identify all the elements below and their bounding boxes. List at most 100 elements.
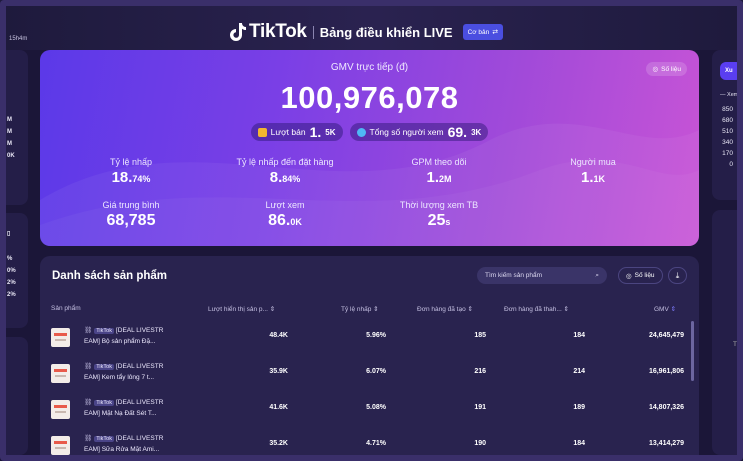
stat-value: 18.74%: [111, 169, 151, 186]
stat-label: Tỷ lệ nhấp: [109, 157, 153, 167]
product-list-title: Danh sách sản phẩm: [52, 270, 168, 282]
link-icon: ⛓: [84, 399, 93, 406]
cell-impressions: 35.9K: [269, 368, 288, 375]
cell-gmv: 16,961,806: [648, 368, 684, 375]
column-header-sortable[interactable]: Đơn hàng đã tạo ⇕: [417, 305, 473, 313]
cart-icon: [257, 127, 267, 137]
axis-value: 170: [722, 150, 733, 157]
column-header: Sản phẩm: [51, 305, 81, 312]
gmv-value: 100,976,078: [280, 80, 459, 115]
search-placeholder: Tìm kiếm sản phẩm: [485, 272, 543, 279]
link-icon: ⛓: [84, 327, 93, 334]
eye-icon: [356, 127, 366, 137]
cell-gmv: 24,645,479: [648, 332, 684, 339]
stat-avg-price: Giá trung bình 68,785: [61, 200, 201, 230]
page-title: Bảng điều khiển LIVE: [319, 24, 453, 40]
cell-orders-created: 216: [474, 368, 486, 375]
swap-icon: ⇄: [492, 29, 499, 36]
right-panel-bottom: [712, 210, 738, 455]
product-thumbnail: [51, 400, 70, 419]
tiktok-logo: TikTok: [230, 21, 307, 43]
viewers-label: Tổng số người xem: [369, 127, 444, 137]
cell-orders-created: 190: [474, 440, 486, 447]
cell-impressions: 48.4K: [269, 332, 288, 339]
sales-label: Lượt bán: [270, 127, 306, 137]
sales-unit: 5K: [325, 127, 336, 137]
stat-value: 8.84%: [269, 169, 301, 186]
gmv-data-button[interactable]: ◎ Số liệu: [646, 62, 687, 76]
summary-pills: Lượt bán 1. 5K Tổng số người xem 69. 3K: [40, 123, 699, 141]
stat-ctr: Tỷ lệ nhấp 18.74%: [61, 157, 201, 186]
data-button-label: Số liệu: [634, 272, 655, 279]
cell-orders-paid: 184: [573, 332, 585, 339]
table-row[interactable]: ⛓ TikTok [DEAL LIVESTR EAM] Kem tẩy lông 7 …: [40, 358, 699, 388]
product-list-panel: Danh sách sản phẩm Tìm kiếm sản phẩm ⌕ ◎…: [40, 256, 699, 461]
cell-orders-created: 185: [474, 332, 486, 339]
column-header-sortable[interactable]: Lượt hiển thị sản p... ⇕: [208, 305, 275, 313]
stat-label: Người mua: [570, 157, 616, 167]
product-data-button[interactable]: ◎ Số liệu: [618, 267, 663, 284]
right-panel-letter: T: [733, 341, 737, 348]
mode-switch-button[interactable]: Cơ bản ⇄: [462, 24, 504, 40]
stat-gpm: GPM theo dõi 1.2M: [369, 157, 509, 186]
left-value: 2%: [7, 292, 16, 298]
viewers-pill: Tổng số người xem 69. 3K: [349, 123, 489, 141]
brand-name: TikTok: [249, 21, 307, 42]
table-row[interactable]: ⛓ TikTok [DEAL LIVESTR EAM] Mặt Nạ Đất Sét …: [40, 394, 699, 424]
gear-icon: ◎: [652, 66, 659, 73]
left-value: M: [7, 141, 12, 147]
cell-ctr: 4.71%: [366, 440, 386, 447]
product-thumbnail: [51, 328, 70, 347]
column-header-sortable[interactable]: Đơn hàng đã thah... ⇕: [504, 305, 569, 313]
stat-watch-time: Thời lượng xem TB 25s: [369, 200, 509, 230]
left-value: 2%: [7, 280, 16, 286]
left-value: 0K: [7, 153, 15, 159]
cell-orders-paid: 189: [573, 404, 585, 411]
table-row[interactable]: ⛓ TikTok [DEAL LIVESTR EAM] Sữa Rửa Mặt Ami…: [40, 430, 699, 460]
axis-value: 340: [722, 139, 733, 146]
product-thumbnail: [51, 364, 70, 383]
product-name[interactable]: ⛓ TikTok [DEAL LIVESTR EAM] Sữa Rửa Mặt Ami…: [84, 434, 189, 454]
left-value: M: [7, 129, 12, 135]
left-panel-bottom: [6, 337, 28, 455]
axis-value: 680: [722, 117, 733, 124]
link-icon: ⛓: [84, 363, 93, 370]
product-search-input[interactable]: Tìm kiếm sản phẩm ⌕: [477, 267, 607, 284]
left-value: M: [7, 117, 12, 123]
cell-impressions: 35.2K: [269, 440, 288, 447]
cell-gmv: 14,807,326: [648, 404, 684, 411]
product-name[interactable]: ⛓ TikTok [DEAL LIVESTR EAM] Mặt Nạ Đất Sét …: [84, 398, 189, 418]
stat-label: Tỷ lệ nhấp đến đặt hàng: [236, 157, 334, 167]
left-panel-top: [6, 50, 28, 205]
stat-label: Lượt xem: [265, 200, 305, 210]
download-button[interactable]: ⤓: [668, 267, 687, 284]
table-header: Sản phẩm Lượt hiển thị sản p... ⇕ Tỷ lệ …: [40, 300, 699, 317]
axis-value: 0: [729, 161, 733, 168]
link-icon: ⛓: [84, 435, 93, 442]
stat-value: 1.2M: [426, 169, 452, 186]
left-value: 0%: [7, 268, 16, 274]
sales-value: 1.: [309, 124, 322, 140]
stat-value: 1.1K: [580, 169, 606, 186]
stat-views: Lượt xem 86.0K: [215, 200, 355, 230]
column-header-sortable[interactable]: GMV ⇕: [654, 305, 676, 313]
header-divider: [312, 25, 314, 39]
download-icon: ⤓: [675, 270, 680, 280]
sales-pill: Lượt bán 1. 5K: [250, 123, 343, 141]
right-panel-button[interactable]: Xu: [720, 62, 742, 80]
product-name[interactable]: ⛓ TikTok [DEAL LIVESTR EAM] Kem tẩy lông 7 …: [84, 362, 189, 382]
cell-impressions: 41.6K: [269, 404, 288, 411]
stat-label: GPM theo dõi: [411, 157, 467, 167]
chart-legend: — Xem: [720, 92, 739, 98]
gear-icon: ◎: [626, 272, 632, 280]
cell-ctr: 5.08%: [366, 404, 386, 411]
table-scrollbar[interactable]: [691, 321, 694, 381]
table-row[interactable]: ⛓ TikTok [DEAL LIVESTR EAM] Bộ sản phẩm Đặ.…: [40, 322, 699, 352]
cell-orders-paid: 184: [573, 440, 585, 447]
stat-value: 25s: [427, 212, 451, 229]
product-name[interactable]: ⛓ TikTok [DEAL LIVESTR EAM] Bộ sản phẩm Đặ.…: [84, 326, 189, 346]
calendar-icon: ▯: [7, 231, 11, 237]
live-timer: 15h4m: [9, 36, 28, 42]
column-header-sortable[interactable]: Tỷ lệ nhấp ⇕: [341, 305, 379, 313]
stat-value: 68,785: [106, 212, 156, 229]
